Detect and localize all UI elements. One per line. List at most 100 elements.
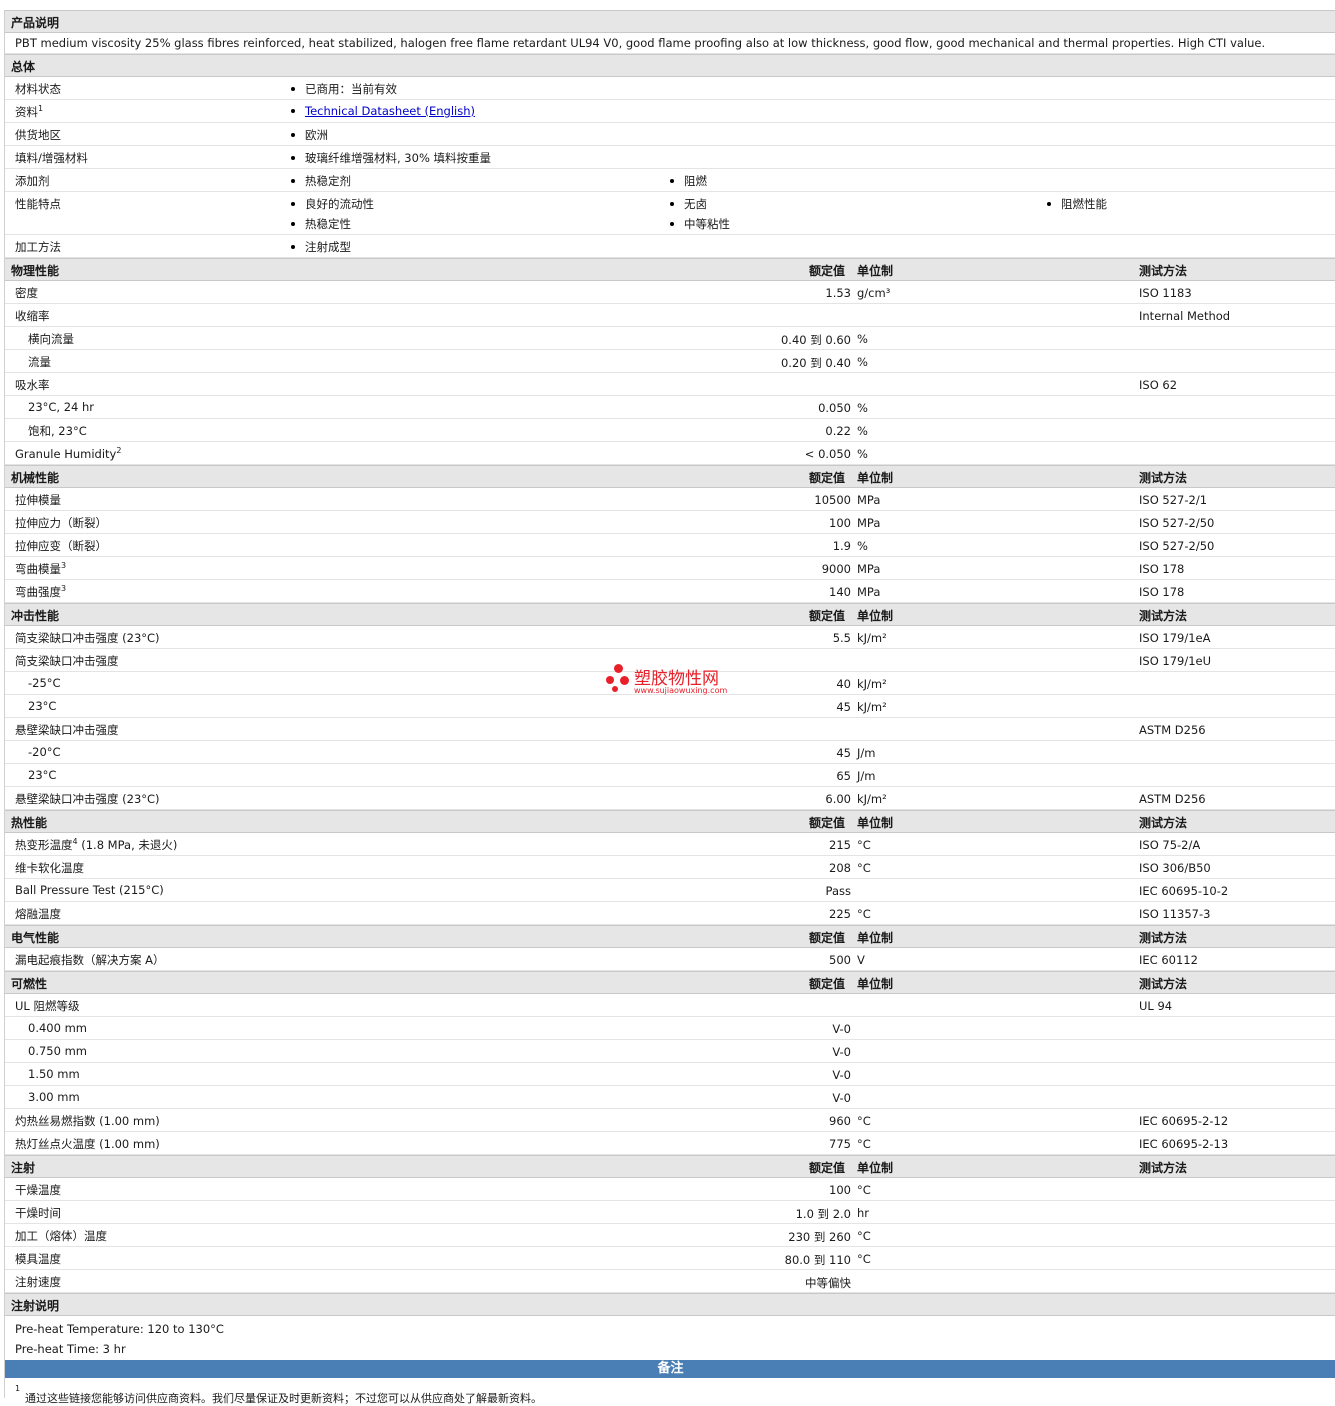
rated-value: 65 bbox=[836, 769, 851, 783]
unit: MPa bbox=[857, 562, 881, 576]
general-value: 已商用：当前有效 bbox=[291, 81, 397, 97]
property-condition: (1.8 MPa, 未退火) bbox=[77, 838, 178, 852]
property-row: UL 阻燃等级 UL 94 bbox=[5, 994, 1335, 1017]
col-header-rated: 额定值 bbox=[809, 471, 846, 485]
property-row: 23°C, 24 hr 0.050% bbox=[5, 396, 1335, 419]
unit: °C bbox=[857, 1252, 871, 1266]
unit: J/m bbox=[857, 746, 876, 760]
test-method: ASTM D256 bbox=[1139, 723, 1206, 737]
general-value: 注射成型 bbox=[291, 239, 351, 255]
property-label: 加工方法 bbox=[15, 239, 61, 255]
rated-value: V-0 bbox=[832, 1091, 851, 1105]
property-label: 悬壁梁缺口冲击强度 (23°C) bbox=[15, 791, 160, 807]
section-header-injection_notes: 注射说明 bbox=[5, 1293, 1335, 1316]
property-name: 干燥温度 bbox=[15, 1183, 61, 1197]
rated-value: V-0 bbox=[832, 1022, 851, 1036]
property-label: 灼热丝易燃指数 (1.00 mm) bbox=[15, 1113, 160, 1129]
rated-value: 9000 bbox=[821, 562, 851, 576]
unit: V bbox=[857, 953, 865, 967]
test-method: ISO 11357-3 bbox=[1139, 907, 1211, 921]
unit: kJ/m² bbox=[857, 792, 887, 806]
section-header-mechanical: 机械性能 额定值 单位制 测试方法 bbox=[5, 465, 1335, 488]
property-name: 横向流量 bbox=[28, 332, 74, 346]
property-name: 23°C bbox=[28, 768, 57, 782]
property-label: UL 阻燃等级 bbox=[15, 998, 79, 1014]
property-label: -20°C bbox=[28, 745, 61, 759]
property-row: 0.400 mm V-0 bbox=[5, 1017, 1335, 1040]
property-label: 悬壁梁缺口冲击强度 bbox=[15, 722, 119, 738]
unit: g/cm³ bbox=[857, 286, 891, 300]
col-header-rated: 额定值 bbox=[809, 1161, 846, 1175]
property-label: 熔融温度 bbox=[15, 906, 61, 922]
property-row: 热灯丝点火温度 (1.00 mm) 775 °C IEC 60695-2-13 bbox=[5, 1132, 1335, 1155]
property-label: 吸水率 bbox=[15, 377, 50, 393]
property-row: 维卡软化温度 208 °C ISO 306/B50 bbox=[5, 856, 1335, 879]
property-name: 漏电起痕指数（解决方案 A） bbox=[15, 953, 165, 967]
col-header-rated: 额定值 bbox=[809, 264, 846, 278]
unit: °C bbox=[857, 1183, 871, 1197]
property-label: 拉伸模量 bbox=[15, 492, 61, 508]
unit: kJ/m² bbox=[857, 631, 887, 645]
property-name: 吸水率 bbox=[15, 378, 50, 392]
test-method: ISO 178 bbox=[1139, 562, 1185, 576]
test-method: ISO 178 bbox=[1139, 585, 1185, 599]
datasheet-link[interactable]: Technical Datasheet (English) bbox=[305, 104, 475, 118]
rated-value: 1.53 bbox=[825, 286, 851, 300]
unit: % bbox=[857, 401, 868, 415]
property-label: 23°C bbox=[28, 699, 56, 713]
property-row: 悬壁梁缺口冲击强度 ASTM D256 bbox=[5, 718, 1335, 741]
test-method: ISO 527-2/50 bbox=[1139, 539, 1215, 553]
general-row: 材料状态 已商用：当前有效 bbox=[5, 77, 1335, 100]
property-name: 模具温度 bbox=[15, 1252, 61, 1266]
test-method: ISO 527-2/50 bbox=[1139, 516, 1215, 530]
general-value: 良好的流动性 bbox=[291, 196, 374, 212]
test-method: ISO 527-2/1 bbox=[1139, 493, 1208, 507]
watermark-url: www.sujiaowuxing.com bbox=[634, 686, 728, 695]
property-label: 干燥时间 bbox=[15, 1205, 61, 1221]
property-label: 热灯丝点火温度 (1.00 mm) bbox=[15, 1136, 160, 1152]
property-label: 漏电起痕指数（解决方案 A） bbox=[15, 952, 165, 968]
rated-value: 0.22 bbox=[825, 424, 851, 438]
property-label: 饱和, 23°C bbox=[28, 423, 87, 439]
property-name: -25°C bbox=[28, 676, 61, 690]
logo-dot bbox=[620, 676, 629, 685]
property-label: 简支梁缺口冲击强度 bbox=[15, 653, 119, 669]
col-header-unit: 单位制 bbox=[857, 977, 894, 991]
property-label: 3.00 mm bbox=[28, 1090, 80, 1104]
section-title: 冲击性能 bbox=[11, 609, 60, 623]
rated-value: 960 bbox=[829, 1114, 851, 1128]
property-label: 0.400 mm bbox=[28, 1021, 87, 1035]
unit: °C bbox=[857, 1114, 871, 1128]
property-name: 加工（熔体）温度 bbox=[15, 1229, 107, 1243]
section-title: 热性能 bbox=[11, 816, 48, 830]
test-method: ISO 1183 bbox=[1139, 286, 1192, 300]
property-label: 材料状态 bbox=[15, 81, 61, 97]
property-row: 横向流量 0.40 到 0.60% bbox=[5, 327, 1335, 350]
property-name: 材料状态 bbox=[15, 82, 61, 96]
property-name: 0.750 mm bbox=[28, 1044, 87, 1058]
property-row: 模具温度 80.0 到 110 °C bbox=[5, 1247, 1335, 1270]
rated-value: < 0.050 bbox=[804, 447, 851, 461]
unit: % bbox=[857, 539, 868, 553]
test-method: IEC 60695-2-13 bbox=[1139, 1137, 1229, 1151]
property-row: Ball Pressure Test (215°C) Pass IEC 60695-… bbox=[5, 879, 1335, 902]
property-label: 性能特点 bbox=[15, 196, 61, 212]
section-title: 总体 bbox=[11, 60, 36, 74]
property-label: 流量 bbox=[28, 354, 51, 370]
section-header-desc: 产品说明 bbox=[5, 10, 1335, 33]
general-value: 中等粘性 bbox=[670, 216, 730, 232]
property-name: 添加剂 bbox=[15, 174, 50, 188]
general-value: Technical Datasheet (English) bbox=[291, 104, 475, 118]
footnote-text: 1 通过这些链接您能够访问供应商资料。我们尽量保证及时更新资料；不过您可以从供应商… bbox=[15, 1384, 542, 1405]
property-name: Ball Pressure Test (215°C) bbox=[15, 883, 164, 897]
rated-value: 1.0 到 2.0 bbox=[795, 1207, 851, 1221]
rated-value: 80.0 到 110 bbox=[784, 1253, 851, 1267]
description-text: PBT medium viscosity 25% glass fibres re… bbox=[15, 36, 1266, 50]
property-name: 填料/增强材料 bbox=[15, 151, 88, 165]
section-title: 注射说明 bbox=[11, 1299, 60, 1313]
property-name: 简支梁缺口冲击强度 (23°C) bbox=[15, 631, 160, 645]
test-method: IEC 60695-10-2 bbox=[1139, 884, 1229, 898]
datasheet-table: 产品说明 PBT medium viscosity 25% glass fibre… bbox=[4, 10, 1335, 1405]
test-method: UL 94 bbox=[1139, 999, 1173, 1013]
unit: % bbox=[857, 355, 868, 369]
